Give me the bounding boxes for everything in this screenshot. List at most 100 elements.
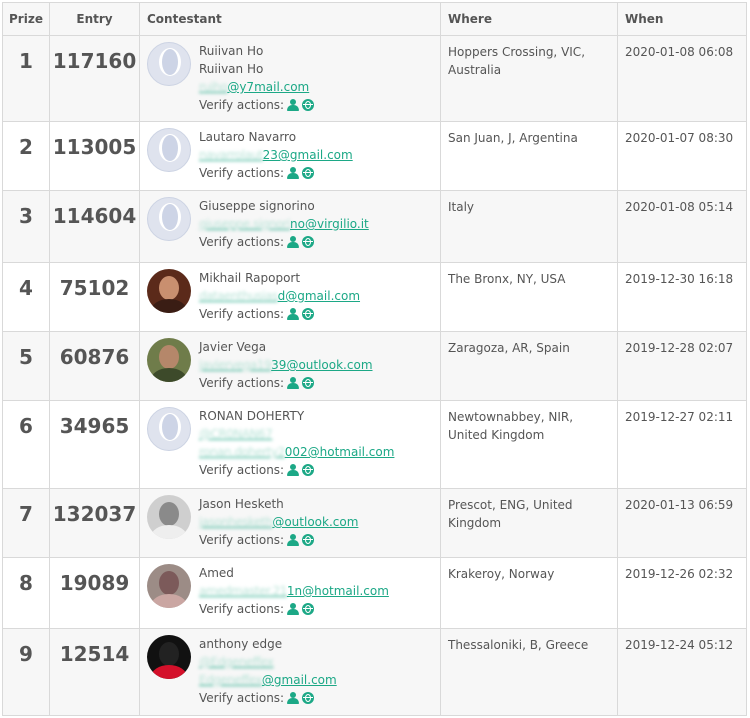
contestant-wrap: RONAN DOHERTY @CR0NAN67 ronan.doherty2002@… (147, 407, 436, 479)
verify-actions: Verify actions: (199, 164, 353, 182)
verify-label: Verify actions: (199, 98, 285, 112)
globe-icon[interactable] (302, 464, 315, 476)
prize-cell: 8 (2, 557, 50, 629)
avatar[interactable] (147, 564, 191, 608)
avatar-photo-body (151, 594, 187, 608)
user-icon[interactable] (287, 534, 300, 546)
email-visible: 002@hotmail.com (284, 445, 395, 459)
contestant-wrap: Javier Vega javiervega1939@outlook.com Ver… (147, 338, 436, 392)
handle-redacted: @CR0NAN67 (199, 427, 273, 441)
user-icon[interactable] (287, 464, 300, 476)
globe-icon[interactable] (302, 167, 315, 179)
verify-label: Verify actions: (199, 463, 285, 477)
avatar[interactable] (147, 128, 191, 172)
avatar[interactable] (147, 495, 191, 539)
contestant-email-link[interactable]: Edgeneffex@gmail.com (199, 671, 337, 689)
email-redacted: dataenthusias (199, 289, 278, 303)
contestant-email-link[interactable]: ronan.doherty2002@hotmail.com (199, 443, 394, 461)
avatar[interactable] (147, 635, 191, 679)
where-cell: Prescot, ENG, United Kingdom (440, 488, 618, 558)
when-cell: 2019-12-28 02:07 (617, 331, 747, 401)
contestant-email-link[interactable]: jasonhesketh@outlook.com (199, 513, 358, 531)
prize-cell: 3 (2, 190, 50, 263)
globe-icon[interactable] (302, 534, 315, 546)
avatar[interactable] (147, 269, 191, 313)
avatar-photo-head (159, 571, 179, 595)
user-icon[interactable] (287, 377, 300, 389)
default-avatar-icon-inner (162, 135, 178, 161)
verify-label: Verify actions: (199, 235, 285, 249)
email-visible: 1n@hotmail.com (286, 584, 389, 598)
verify-actions: Verify actions: (199, 305, 360, 323)
contestant-email-link[interactable]: javiervega1939@outlook.com (199, 356, 373, 374)
table-row: 1 117160 Ruiivan Ho Ruiivan Ho ruiho@y7mail.… (2, 35, 747, 122)
contestant-details: Amed amedmaster.211n@hotmail.com Verify ac… (199, 564, 389, 618)
globe-icon[interactable] (302, 308, 315, 320)
where-cell: Zaragoza, AR, Spain (440, 331, 618, 401)
user-icon[interactable] (287, 603, 300, 615)
verify-label: Verify actions: (199, 691, 285, 705)
where-cell: Italy (440, 190, 618, 263)
avatar[interactable] (147, 338, 191, 382)
entry-cell: 113005 (49, 121, 140, 191)
contestant-cell: Amed amedmaster.211n@hotmail.com Verify ac… (139, 557, 441, 629)
handle-redacted: @Edgeneffex (199, 655, 274, 669)
contestant-name: Lautaro Navarro (199, 130, 297, 144)
contestant-details: Giuseppe signorino giuseppe.signorino@vir… (199, 197, 369, 251)
table-row: 9 12514 anthony edge @Edgeneffex Edgeneffex@… (2, 628, 747, 716)
user-icon[interactable] (287, 99, 300, 111)
avatar[interactable] (147, 42, 191, 86)
email-redacted: navarrolaut (199, 148, 263, 162)
prize-cell: 1 (2, 35, 50, 122)
email-redacted: javiervega19 (199, 358, 272, 372)
entry-cell: 117160 (49, 35, 140, 122)
contestant-email-link[interactable]: navarrolaut23@gmail.com (199, 146, 353, 164)
where-cell: Thessaloniki, B, Greece (440, 628, 618, 716)
when-cell: 2019-12-27 02:11 (617, 400, 747, 489)
user-icon[interactable] (287, 236, 300, 248)
contestant-wrap: Jason Hesketh jasonhesketh@outlook.com Ver… (147, 495, 436, 549)
user-icon-body (287, 105, 300, 111)
when-cell: 2020-01-08 06:08 (617, 35, 747, 122)
prize-cell: 9 (2, 628, 50, 716)
contestant-name: Javier Vega (199, 340, 267, 354)
contestant-email-link[interactable]: amedmaster.211n@hotmail.com (199, 582, 389, 600)
email-visible: @y7mail.com (227, 80, 310, 94)
table-header-row: Prize Entry Contestant Where When (2, 2, 747, 36)
header-contestant: Contestant (139, 2, 441, 36)
when-cell: 2019-12-26 02:32 (617, 557, 747, 629)
user-icon-body (287, 173, 300, 179)
user-icon-body (287, 540, 300, 546)
email-redacted: amedmaster.21 (199, 584, 287, 598)
contestant-name: Amed (199, 566, 234, 580)
contestant-handle-link[interactable]: @Edgeneffex (199, 653, 337, 671)
when-cell: 2020-01-13 06:59 (617, 488, 747, 558)
user-icon[interactable] (287, 167, 300, 179)
contestant-email-link[interactable]: giuseppe.signorino@virgilio.it (199, 215, 369, 233)
user-icon-body (287, 698, 300, 704)
verify-actions: Verify actions: (199, 461, 394, 479)
user-icon[interactable] (287, 308, 300, 320)
table-row: 6 34965 RONAN DOHERTY @CR0NAN67 ronan.dohert… (2, 400, 747, 489)
contestant-email-link[interactable]: ruiho@y7mail.com (199, 78, 314, 96)
verify-actions: Verify actions: (199, 233, 369, 251)
contestant-wrap: anthony edge @Edgeneffex Edgeneffex@gmail.… (147, 635, 436, 707)
globe-icon[interactable] (302, 99, 315, 111)
globe-icon[interactable] (302, 692, 315, 704)
email-redacted: ruiho (199, 80, 228, 94)
contestant-email-link[interactable]: dataenthusiasd@gmail.com (199, 287, 360, 305)
contestant-details: Jason Hesketh jasonhesketh@outlook.com Ver… (199, 495, 358, 549)
entry-cell: 19089 (49, 557, 140, 629)
contestant-handle-link[interactable]: @CR0NAN67 (199, 425, 394, 443)
globe-icon[interactable] (302, 603, 315, 615)
contestant-name: Giuseppe signorino (199, 199, 315, 213)
contestant-cell: Mikhail Rapoport dataenthusiasd@gmail.com… (139, 262, 441, 332)
when-cell: 2020-01-07 08:30 (617, 121, 747, 191)
email-redacted: giuseppe.signori (199, 217, 291, 231)
globe-icon[interactable] (302, 377, 315, 389)
avatar[interactable] (147, 197, 191, 241)
contestant-name: Mikhail Rapoport (199, 271, 301, 285)
globe-icon[interactable] (302, 236, 315, 248)
user-icon[interactable] (287, 692, 300, 704)
avatar[interactable] (147, 407, 191, 451)
